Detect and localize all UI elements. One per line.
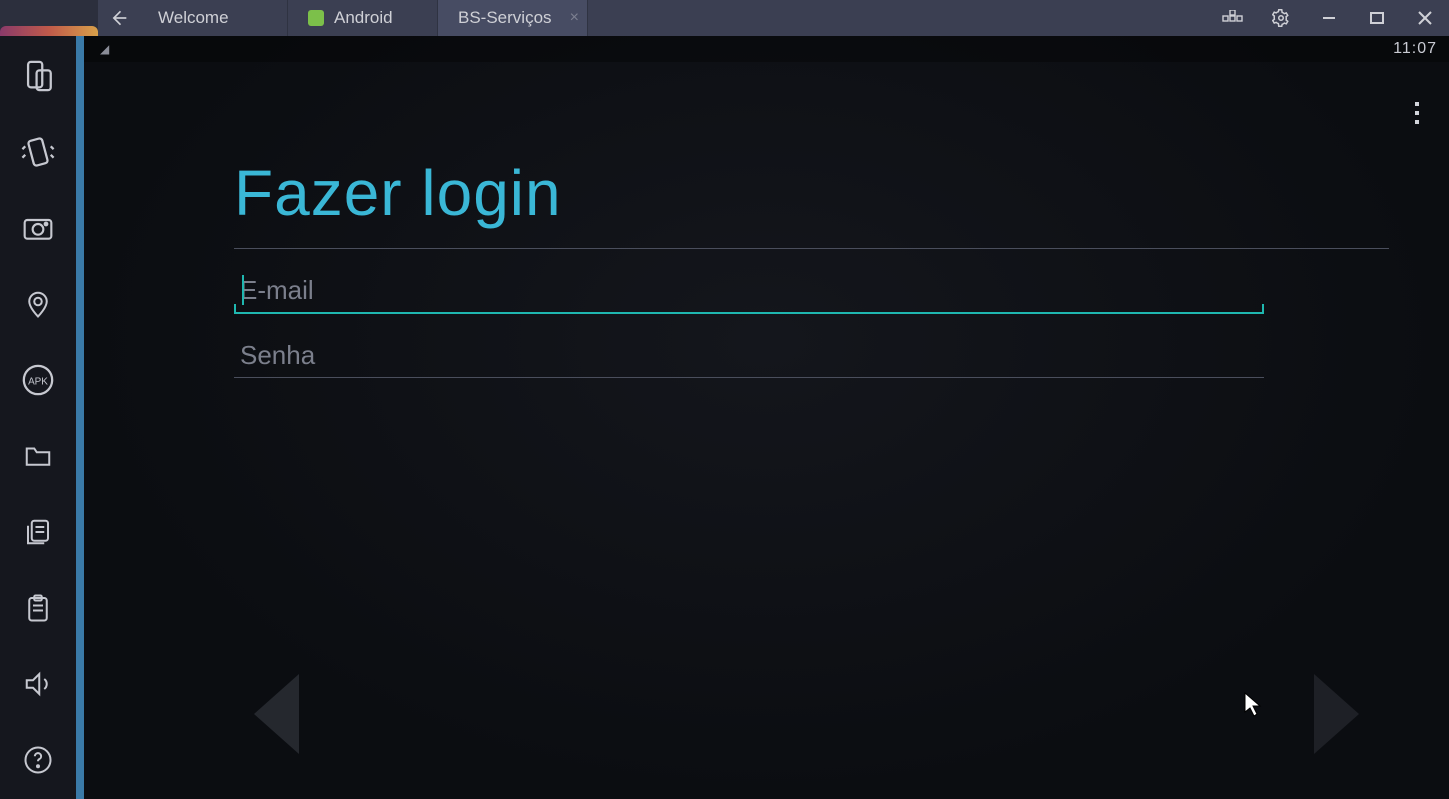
- orientation-icon[interactable]: [16, 54, 60, 98]
- password-field-wrapper: [234, 336, 1389, 378]
- email-field[interactable]: [234, 271, 1264, 314]
- overflow-menu-icon[interactable]: [1413, 100, 1421, 126]
- android-icon: [308, 10, 324, 26]
- android-status-bar: ◢ 11:07: [84, 36, 1449, 62]
- help-icon[interactable]: [16, 738, 60, 782]
- tab-label: Welcome: [158, 8, 229, 28]
- divider: [234, 248, 1389, 249]
- titlebar: Welcome Android BS-Serviços ×: [0, 0, 1449, 36]
- maximize-button[interactable]: [1353, 0, 1401, 36]
- back-button[interactable]: [98, 0, 138, 36]
- nav-next-button[interactable]: [1299, 669, 1369, 759]
- nav-prev-button[interactable]: [244, 669, 314, 759]
- volume-icon[interactable]: [16, 662, 60, 706]
- camera-icon[interactable]: [16, 206, 60, 250]
- tab-close-icon[interactable]: ×: [570, 9, 579, 27]
- password-field[interactable]: [234, 336, 1264, 378]
- close-button[interactable]: [1401, 0, 1449, 36]
- tab-label: BS-Serviços: [458, 8, 552, 28]
- page-title: Fazer login: [234, 156, 1389, 230]
- location-icon[interactable]: [16, 282, 60, 326]
- svg-text:APK: APK: [28, 376, 48, 387]
- apk-icon[interactable]: APK: [16, 358, 60, 402]
- folder-icon[interactable]: [16, 434, 60, 478]
- sidebar: APK: [0, 36, 78, 799]
- shake-icon[interactable]: [16, 130, 60, 174]
- settings-button[interactable]: [1257, 0, 1305, 36]
- clock: 11:07: [1393, 40, 1437, 58]
- minimize-button[interactable]: [1305, 0, 1353, 36]
- tab-label: Android: [334, 8, 393, 28]
- copy-icon[interactable]: [16, 510, 60, 554]
- paste-icon[interactable]: [16, 586, 60, 630]
- mouse-cursor: [1244, 692, 1262, 718]
- login-form: Fazer login: [234, 156, 1389, 378]
- email-field-wrapper: [234, 271, 1389, 314]
- emulator-viewport: ◢ 11:07 Fazer login: [84, 36, 1449, 799]
- app-logo: [0, 0, 98, 36]
- tab-bs-servicos[interactable]: BS-Serviços ×: [438, 0, 588, 36]
- signal-icon: ◢: [100, 42, 110, 56]
- tab-android[interactable]: Android: [288, 0, 438, 36]
- tab-welcome[interactable]: Welcome: [138, 0, 288, 36]
- keymap-button[interactable]: [1209, 0, 1257, 36]
- text-caret: [242, 275, 244, 305]
